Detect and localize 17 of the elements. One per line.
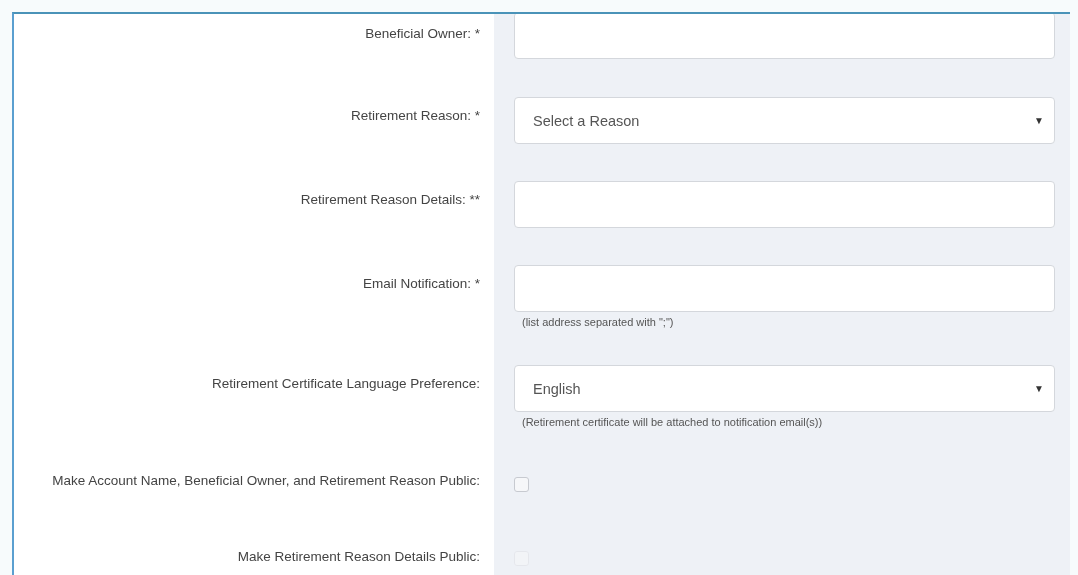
field-label: Retirement Reason: * bbox=[350, 107, 480, 125]
input-field[interactable] bbox=[514, 265, 1055, 312]
select-dropdown[interactable]: Select a Reason ▼ bbox=[514, 97, 1055, 144]
input-field[interactable] bbox=[514, 181, 1055, 228]
hint-text: (Retirement certificate will be attached to notification email(s)) bbox=[522, 416, 824, 428]
field-label: Beneficial Owner: * bbox=[365, 25, 480, 43]
field-label: Make Account Name, Beneficial Owner, and Retirement Reason Public: bbox=[52, 472, 480, 490]
checkbox[interactable] bbox=[514, 477, 529, 492]
caret-icon: ▼ bbox=[1034, 383, 1044, 394]
hint-text: (list address separated with ";") bbox=[522, 316, 675, 328]
input-field[interactable] bbox=[514, 14, 1055, 59]
field-label: Make Retirement Reason Details Public: bbox=[237, 548, 480, 566]
field-label: Retirement Reason Details: ** bbox=[300, 191, 480, 209]
caret-icon: ▼ bbox=[1034, 115, 1044, 126]
field-label: Email Notification: * bbox=[362, 275, 480, 293]
field-label: Retirement Certificate Language Preference: bbox=[212, 375, 480, 393]
select-dropdown[interactable]: English ▼ bbox=[514, 365, 1055, 412]
